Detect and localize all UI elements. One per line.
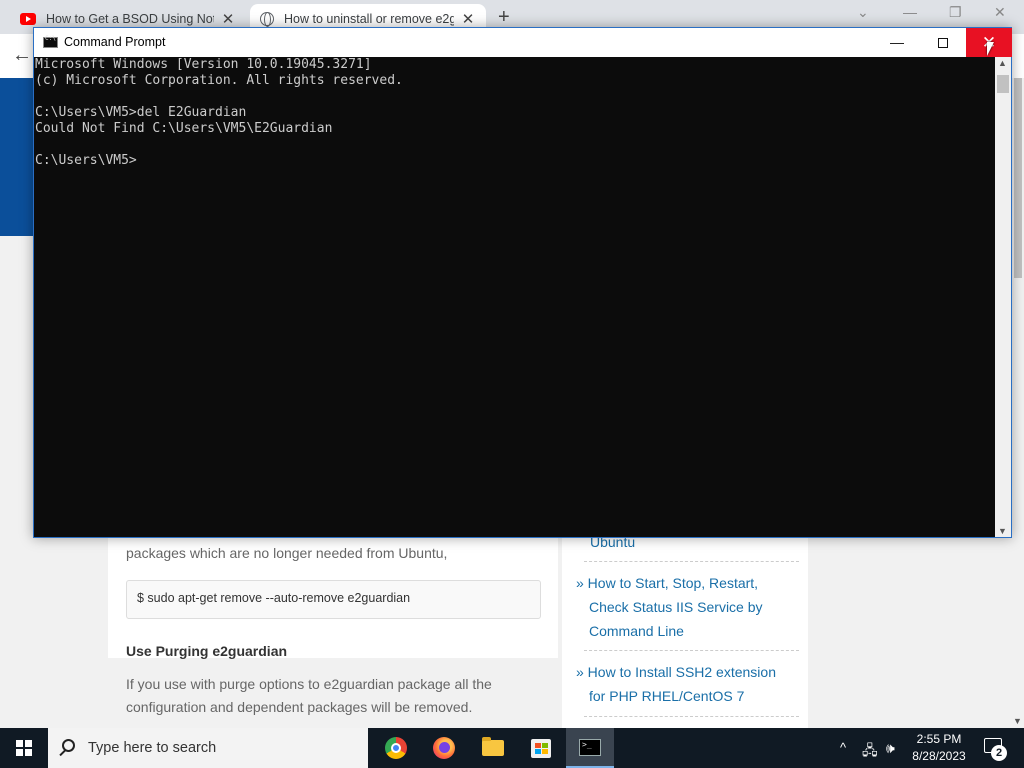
start-button[interactable] [0,728,48,768]
tab-title: How to uninstall or remove e2gu [284,12,454,26]
scroll-down-arrow-icon[interactable]: ▼ [1013,716,1022,726]
page-scrollbar[interactable]: ▼ [1012,78,1024,728]
tab-search-chevron-icon[interactable]: ⌄ [857,4,869,21]
tab-title: How to Get a BSOD Using Not M [46,12,214,26]
link-line: » How to Start, Stop, Restart, [576,575,759,591]
maximize-button[interactable] [920,28,966,57]
article-paragraph: If you use with purge options to e2guard… [126,673,541,719]
paragraph-line: configuration and dependent packages wil… [126,699,473,715]
site-banner [0,78,34,236]
scrollbar-thumb[interactable] [1014,78,1022,278]
cmd-app-icon [43,35,58,48]
back-arrow-icon[interactable]: ← [12,44,32,67]
taskbar-chrome[interactable] [371,728,419,768]
mouse-pointer-icon [987,42,994,56]
chrome-icon [385,737,407,759]
search-placeholder: Type here to search [88,740,217,756]
notification-count-badge: 2 [991,745,1007,761]
maximize-icon [938,38,948,49]
sidebar-link-ssh2[interactable]: » How to Install SSH2 extension for PHP … [576,660,801,708]
tab-close-icon[interactable]: ✕ [460,10,476,28]
divider [584,561,799,562]
article-heading: Use Purging e2guardian [126,643,288,659]
windows-logo-icon [16,740,32,756]
globe-icon [260,12,274,27]
taskbar-file-explorer[interactable] [469,728,517,768]
clock-date: 8/28/2023 [912,749,966,763]
taskbar-search-box[interactable]: Type here to search [48,728,368,768]
taskbar-store[interactable] [517,728,565,768]
browser-restore-button[interactable]: ❐ [949,4,962,21]
store-icon [531,739,551,758]
youtube-icon [20,13,36,25]
command-prompt-window[interactable]: Command Prompt — ✕ Microsoft Windows [Ve… [33,27,1012,538]
console-line: Microsoft Windows [Version 10.0.19045.32… [35,57,372,72]
volume-icon[interactable]: 🕪 [886,740,895,757]
scroll-down-arrow-icon[interactable]: ▼ [998,526,1007,536]
console-output[interactable]: Microsoft Windows [Version 10.0.19045.32… [34,57,995,537]
tab-close-icon[interactable]: ✕ [220,10,236,28]
link-line: for PHP RHEL/CentOS 7 [589,688,745,704]
tray-overflow-chevron-icon[interactable]: ^ [840,740,846,755]
divider [584,650,799,651]
code-block: $ sudo apt-get remove --auto-remove e2gu… [126,580,541,619]
console-line: Could Not Find C:\Users\VM5\E2Guardian [35,121,333,136]
network-icon[interactable]: 🖧 [862,740,878,764]
new-tab-button[interactable]: + [498,6,510,29]
console-prompt[interactable]: C:\Users\VM5> [35,153,994,169]
article-paragraph: packages which are no longer needed from… [126,545,448,561]
cmd-titlebar[interactable]: Command Prompt — ✕ [34,28,1012,57]
paragraph-line: If you use with purge options to e2guard… [126,676,492,692]
cmd-scrollbar[interactable]: ▲ ▼ [995,57,1011,537]
cmd-icon [579,739,601,756]
console-line: (c) Microsoft Corporation. All rights re… [35,73,403,88]
taskbar: Type here to search ^ 🖧 🕪 2:55 PM 8/28/2… [0,728,1024,768]
scrollbar-thumb[interactable] [997,75,1009,93]
taskbar-firefox[interactable] [420,728,468,768]
minimize-button[interactable]: — [874,28,920,57]
browser-minimize-button[interactable]: — [903,4,917,20]
browser-close-button[interactable]: ✕ [994,4,1006,21]
console-line: C:\Users\VM5>del E2Guardian [35,105,247,120]
sidebar-link-iis[interactable]: » How to Start, Stop, Restart, Check Sta… [576,571,801,643]
folder-icon [482,737,504,756]
scroll-up-arrow-icon[interactable]: ▲ [998,58,1007,68]
link-line: Check Status IIS Service by [589,599,763,615]
clock-time: 2:55 PM [916,732,962,746]
link-line: Command Line [589,623,684,639]
window-title: Command Prompt [64,35,166,49]
divider [584,716,799,717]
search-icon [62,739,75,752]
link-line: » How to Install SSH2 extension [576,664,776,680]
taskbar-command-prompt[interactable] [566,728,614,768]
firefox-icon [433,737,455,759]
clock[interactable]: 2:55 PM 8/28/2023 [906,731,972,765]
